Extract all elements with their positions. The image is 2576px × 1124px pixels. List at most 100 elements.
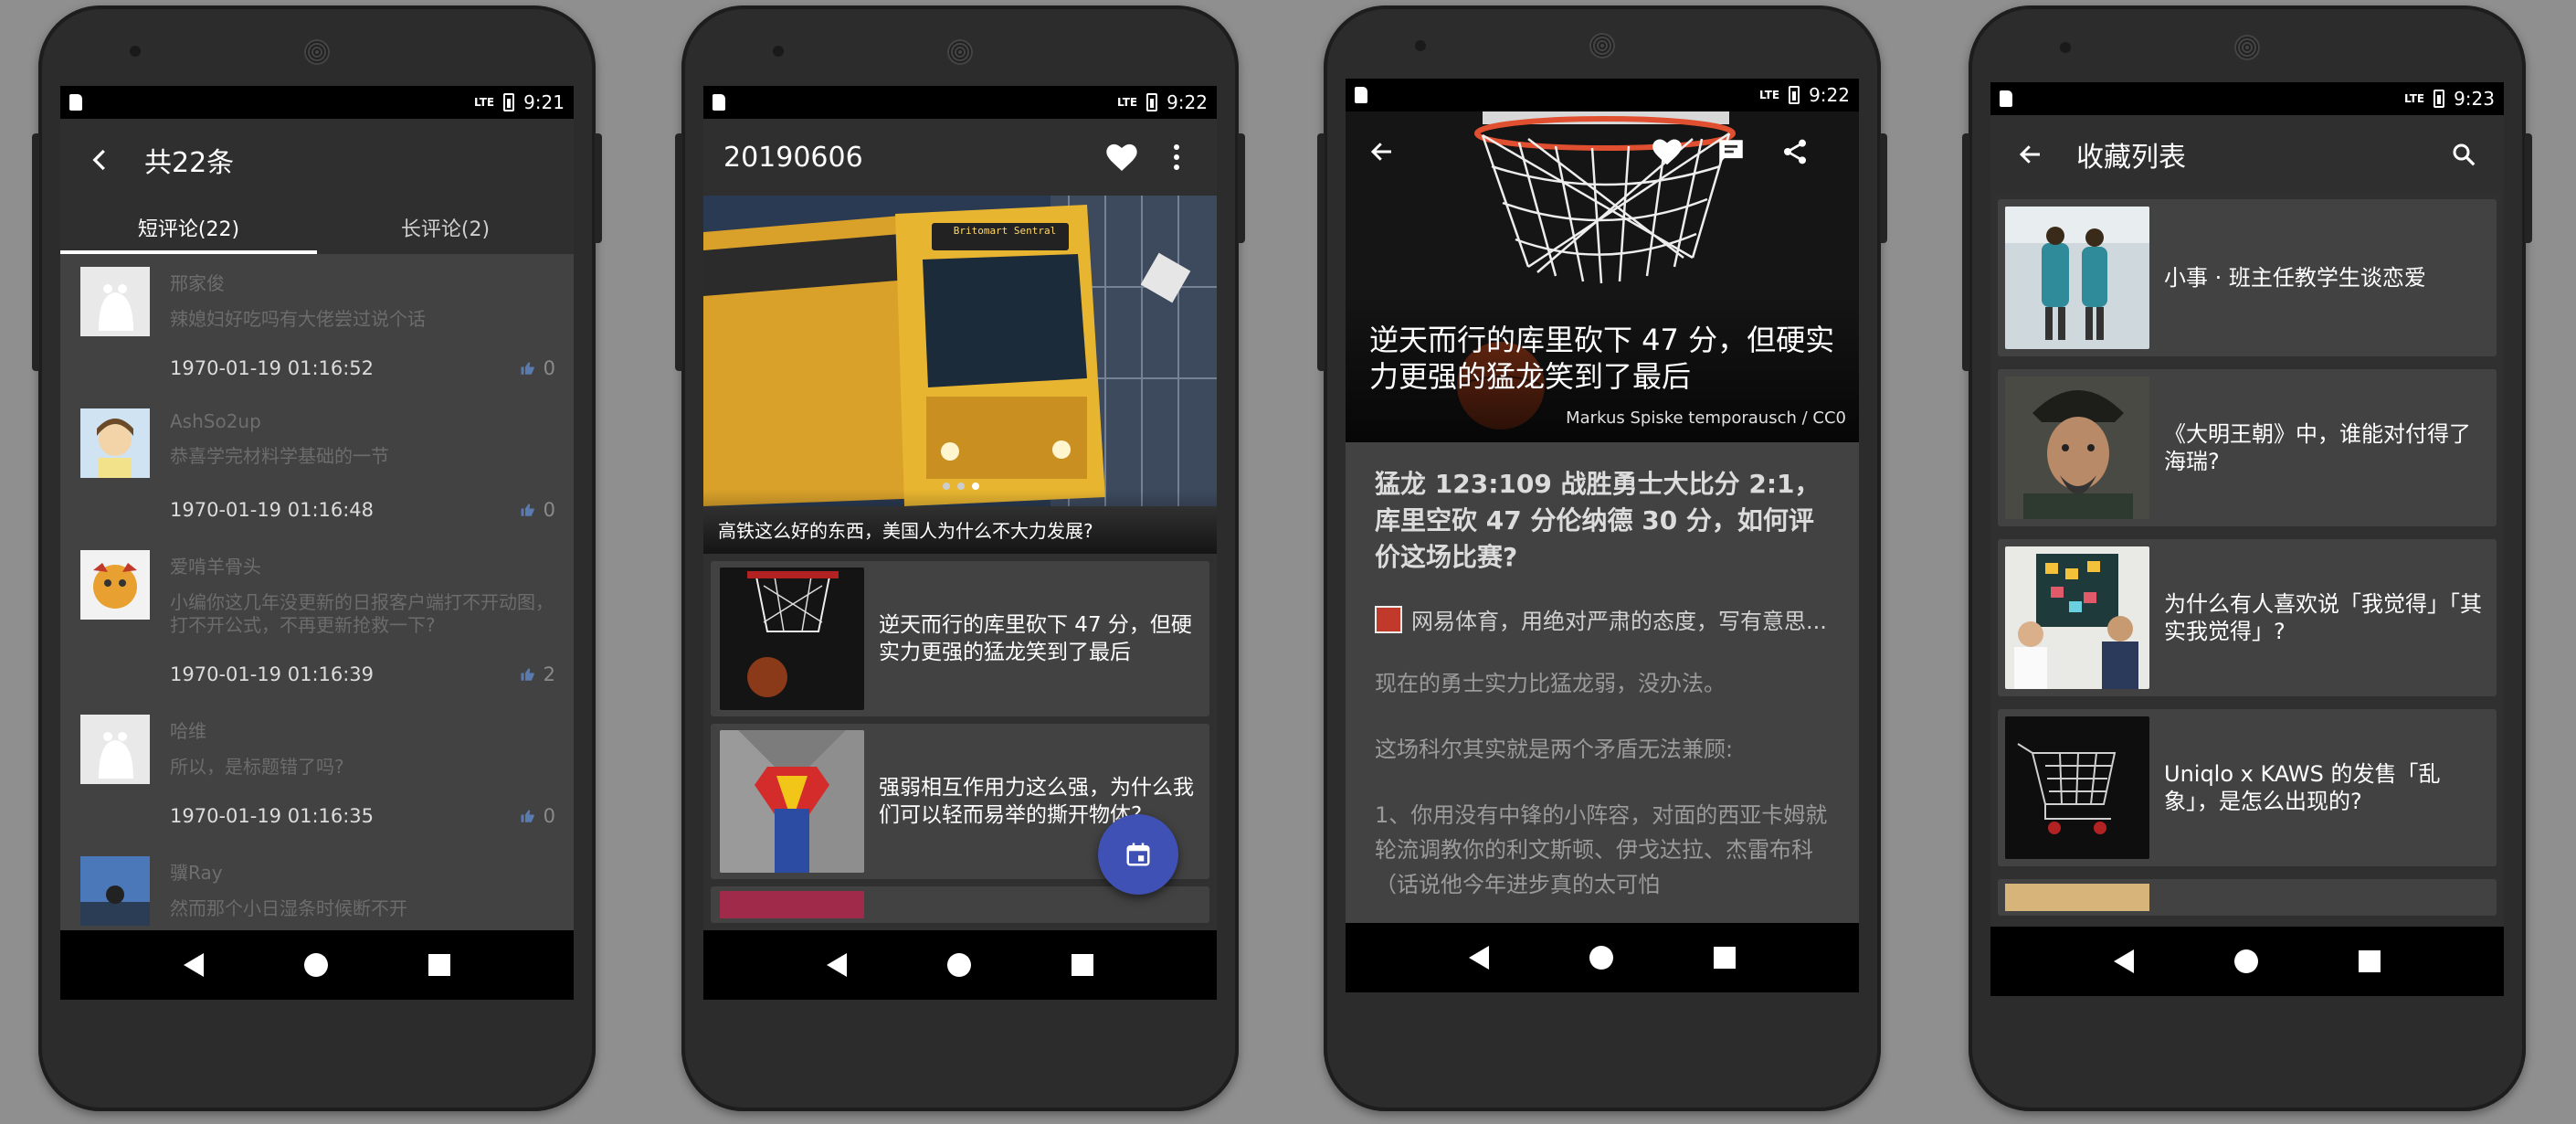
comments-button[interactable]	[1711, 132, 1751, 172]
hero-banner[interactable]: Britomart Sentral 高铁这么好的东西，美国人为什么不大力发展?	[703, 196, 1217, 554]
system-nav-bar	[1346, 923, 1859, 992]
back-button[interactable]	[2011, 134, 2051, 175]
clock: 9:22	[1167, 91, 1208, 113]
app-bar: 共22条	[60, 119, 574, 201]
arrow-back-icon	[92, 149, 105, 171]
question-title: 猛龙 123:109 战胜勇士大比分 2:1，库里空砍 47 分伦纳德 30 分…	[1375, 469, 1821, 572]
nav-recents-button[interactable]	[428, 954, 450, 976]
status-bar: LTE 9:21	[60, 86, 574, 119]
comment-time: 1970-01-19 01:16:48	[170, 499, 375, 521]
calendar-fab[interactable]	[1098, 814, 1178, 895]
article-paragraph: 1、你用没有中锋的小阵容，对面的西亚卡姆就轮流调教你的利文斯顿、伊戈达拉、杰雷布…	[1375, 802, 1828, 897]
overflow-menu-button[interactable]	[1156, 137, 1197, 177]
page-title: 20190606	[723, 141, 863, 174]
favorite-item[interactable]: 小事 · 班主任教学生谈恋爱	[1998, 199, 2497, 356]
heart-icon	[1106, 143, 1137, 171]
thumb-up-icon	[521, 668, 534, 681]
avatar	[80, 408, 150, 478]
calendar-icon	[1126, 843, 1150, 866]
more-vert-icon	[1174, 144, 1179, 170]
nav-recents-button[interactable]	[1072, 954, 1093, 976]
favorite-button[interactable]	[1102, 137, 1142, 177]
back-button[interactable]	[1362, 132, 1402, 172]
page-title: 共22条	[144, 147, 235, 179]
sd-card-icon	[2000, 90, 2012, 107]
search-icon	[2453, 143, 2476, 166]
author-row: 网易体育，用绝对严肃的态度，写有意思...	[1375, 603, 1830, 635]
lte-icon: LTE	[1117, 96, 1138, 109]
phone-favorites: LTE 9:23 收藏列表 小事 · 班主任教学生谈恋爱 《大明王朝》中，谁能对…	[1962, 5, 2532, 1111]
favorite-title: 小事 · 班主任教学生谈恋爱	[2164, 265, 2426, 291]
comment-time: 1970-01-19 01:16:35	[170, 805, 375, 827]
comment-author: 爱啃羊骨头	[170, 556, 261, 578]
article-paragraph: 这场科尔其实就是两个矛盾无法兼顾:	[1375, 737, 1734, 762]
favorite-thumbnail	[2005, 376, 2149, 519]
phone-article: LTE 9:22 逆天而行的库里砍下 47 分，但硬实力更强的猛龙笑到了最后 M…	[1317, 5, 1887, 1111]
comment-text: 辣媳妇好吃吗有大佬尝过说个话	[170, 308, 426, 330]
nav-recents-button[interactable]	[2359, 950, 2381, 972]
nav-back-button[interactable]	[1469, 946, 1489, 970]
favorite-thumbnail	[2005, 716, 2149, 859]
thumb-up-icon	[521, 362, 534, 375]
clock: 9:23	[2454, 88, 2495, 110]
daily-screen: LTE 9:22 20190606 Britomart Sentral 高铁这么…	[703, 86, 1217, 1000]
battery-icon	[2433, 90, 2445, 108]
nav-home-button[interactable]	[1589, 946, 1613, 970]
battery-icon	[1146, 93, 1158, 111]
like-count: 0	[543, 805, 555, 827]
status-bar: LTE 9:22	[1346, 79, 1859, 111]
favorite-item[interactable]: Uniqlo x KAWS 的发售「乱象」，是怎么出现的?	[1998, 709, 2497, 866]
app-bar: 收藏列表	[1990, 115, 2504, 194]
phone-daily: LTE 9:22 20190606 Britomart Sentral 高铁这么…	[675, 5, 1245, 1111]
heart-icon	[1652, 139, 1682, 165]
train-destination-sign: Britomart Sentral	[953, 225, 1057, 237]
nav-home-button[interactable]	[304, 953, 328, 977]
hero-caption: 高铁这么好的东西，美国人为什么不大力发展?	[718, 520, 1093, 542]
story-thumbnail	[720, 891, 864, 918]
like-count: 2	[543, 663, 555, 685]
comment-time: 1970-01-19 01:16:39	[170, 663, 375, 685]
comment-time: 1970-01-19 01:16:52	[170, 357, 375, 379]
favorite-title: Uniqlo x KAWS 的发售「乱象」，是怎么出现的?	[2164, 761, 2441, 814]
share-button[interactable]	[1775, 132, 1815, 172]
status-bar: LTE 9:23	[1990, 82, 2504, 115]
system-nav-bar	[1990, 927, 2504, 996]
search-button[interactable]	[2444, 134, 2484, 175]
comment-text: 小编你这几年没更新的日报客户端打不开动图，打不开公式，不再更新抢救一下?	[170, 591, 554, 636]
sd-card-icon	[713, 94, 725, 111]
tab-short-comments[interactable]: 短评论(22)	[60, 201, 317, 254]
story-thumbnail	[720, 567, 864, 710]
favorite-item[interactable]: 为什么有人喜欢说「我觉得」「其实我觉得」?	[1998, 539, 2497, 696]
favorites-screen: LTE 9:23 收藏列表 小事 · 班主任教学生谈恋爱 《大明王朝》中，谁能对…	[1990, 82, 2504, 996]
comment-item[interactable]: 爱啃羊骨头 小编你这几年没更新的日报客户端打不开动图，打不开公式，不再更新抢救一…	[60, 537, 574, 702]
favorite-item[interactable]	[1998, 879, 2497, 916]
nav-back-button[interactable]	[827, 953, 847, 977]
nav-recents-button[interactable]	[1714, 947, 1736, 969]
favorite-button[interactable]	[1647, 132, 1687, 172]
arrow-back-icon	[2019, 145, 2040, 164]
like-count: 0	[543, 357, 555, 379]
system-nav-bar	[60, 930, 574, 1000]
battery-icon	[1789, 86, 1800, 104]
thumb-up-icon	[521, 504, 534, 516]
back-button[interactable]	[80, 140, 121, 180]
phone-comments: LTE 9:21 共22条 短评论(22) 长评论(2) 邢家俊 辣媳妇好吃吗有…	[32, 5, 602, 1111]
favorite-item[interactable]: 《大明王朝》中，谁能对付得了海瑞?	[1998, 369, 2497, 526]
favorite-thumbnail	[2005, 884, 2149, 911]
comment-item[interactable]: 哈维 所以，是标题错了吗? 1970-01-19 01:16:35 0	[60, 702, 574, 843]
avatar	[80, 856, 150, 926]
battery-icon	[503, 93, 515, 111]
comment-item[interactable]: AshSo2up 恭喜学完材料学基础的一节 1970-01-19 01:16:4…	[60, 396, 574, 537]
author-avatar	[1375, 605, 1402, 633]
story-card[interactable]: 逆天而行的库里砍下 47 分，但硬实力更强的猛龙笑到了最后	[711, 561, 1209, 716]
nav-back-button[interactable]	[2114, 949, 2134, 973]
nav-back-button[interactable]	[184, 953, 204, 977]
author-name: 网易体育，用绝对严肃的态度，写有意思...	[1411, 609, 1827, 634]
tab-long-comments[interactable]: 长评论(2)	[317, 201, 574, 254]
comments-screen: LTE 9:21 共22条 短评论(22) 长评论(2) 邢家俊 辣媳妇好吃吗有…	[60, 86, 574, 1000]
nav-home-button[interactable]	[947, 953, 971, 977]
comment-item[interactable]: 邢家俊 辣媳妇好吃吗有大佬尝过说个话 1970-01-19 01:16:52 0	[60, 254, 574, 396]
comment-text: 然而那个小日湿条时候断不开	[170, 897, 407, 919]
nav-home-button[interactable]	[2234, 949, 2258, 973]
clock: 9:22	[1809, 84, 1850, 106]
